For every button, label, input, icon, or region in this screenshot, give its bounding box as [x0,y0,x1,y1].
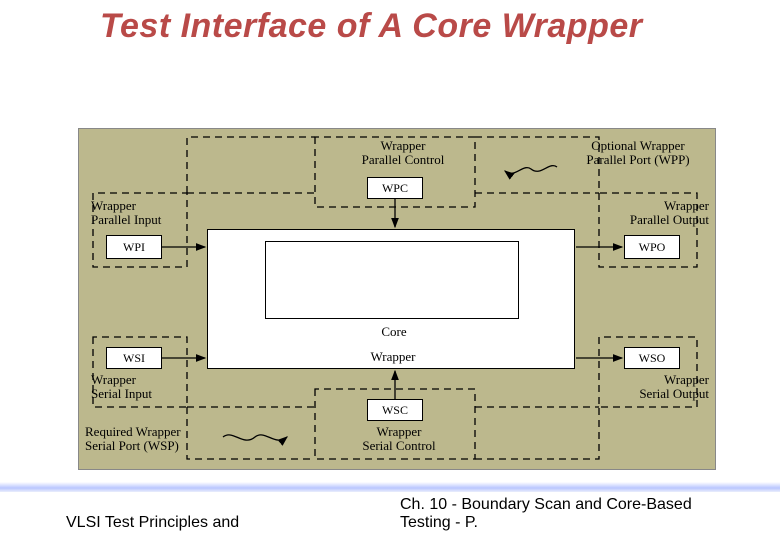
wpi-text: WPI [123,240,145,255]
wsp-desc: Required Wrapper Serial Port (WSP) [85,425,215,454]
wpc-desc-l1: Wrapper [381,138,426,153]
wsc-box: WSC [367,399,423,421]
wsc-desc: Wrapper Serial Control [359,425,439,454]
wsc-desc-l1: Wrapper [377,424,422,439]
wpo-desc-l1: Wrapper [664,198,709,213]
wpi-box: WPI [106,235,162,259]
wpi-desc-l1: Wrapper [91,198,136,213]
footer-gradient [0,482,780,492]
wso-desc: Wrapper Serial Output [599,373,709,402]
wpc-text: WPC [382,181,408,196]
wpo-desc-l2: Parallel Output [630,212,709,227]
core-box [265,241,519,319]
wsi-desc: Wrapper Serial Input [91,373,181,402]
wsi-desc-l2: Serial Input [91,386,152,401]
wso-box: WSO [624,347,680,369]
wpp-desc-l2: Parallel Port (WPP) [586,152,689,167]
wpc-desc: Wrapper Parallel Control [343,139,463,168]
wsc-text: WSC [382,403,408,418]
wpo-text: WPO [639,240,666,255]
diagram-panel: Core Wrapper WPI WPC WPO WSI WSC WSO Wra… [78,128,716,470]
wsc-desc-l2: Serial Control [362,438,435,453]
wpp-desc: Optional Wrapper Parallel Port (WPP) [563,139,713,168]
footer-right-l2: Testing - P. [400,514,478,531]
wpo-box: WPO [624,235,680,259]
footer-right-l1: Ch. 10 - Boundary Scan and Core-Based [400,496,692,513]
wso-desc-l1: Wrapper [664,372,709,387]
wpp-desc-l1: Optional Wrapper [591,138,684,153]
wso-text: WSO [639,351,666,366]
wrapper-label: Wrapper [363,350,423,364]
wsi-text: WSI [123,351,145,366]
slide: Test Interface of A Core Wrapper Core Wr… [0,0,780,540]
core-label: Core [369,325,419,339]
footer-left: VLSI Test Principles and [66,514,239,532]
wpi-desc-l2: Parallel Input [91,212,161,227]
wsi-desc-l1: Wrapper [91,372,136,387]
wsp-desc-l1: Required Wrapper [85,424,181,439]
wpo-desc: Wrapper Parallel Output [599,199,709,228]
footer-right: Ch. 10 - Boundary Scan and Core-Based Te… [400,496,760,532]
wpc-desc-l2: Parallel Control [362,152,445,167]
wsp-desc-l2: Serial Port (WSP) [85,438,179,453]
wso-desc-l2: Serial Output [639,386,709,401]
wpc-box: WPC [367,177,423,199]
wpi-desc: Wrapper Parallel Input [91,199,191,228]
slide-title: Test Interface of A Core Wrapper [100,8,643,45]
wsi-box: WSI [106,347,162,369]
